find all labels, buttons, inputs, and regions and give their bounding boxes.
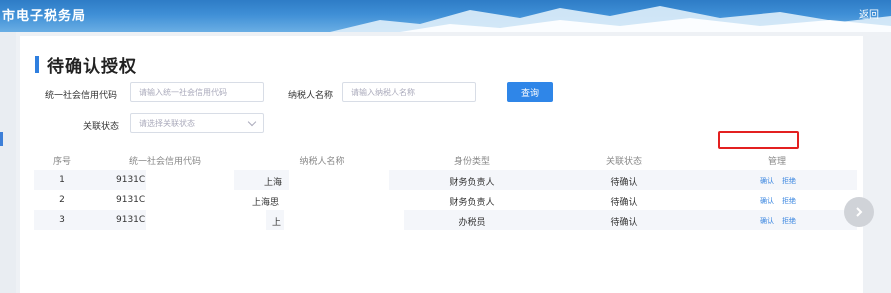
redaction-mask	[146, 210, 266, 230]
title-accent-bar	[35, 56, 39, 73]
header-bar: 市电子税务局 返回	[0, 0, 891, 32]
header-status: 关联状态	[605, 157, 643, 167]
reject-link[interactable]: 拒绝	[782, 196, 796, 206]
main-panel: 待确认授权 统一社会信用代码 请输入统一社会信用代码 纳税人名称 请输入纳税人名…	[20, 36, 863, 293]
row-status: 待确认	[610, 218, 638, 228]
row-credit-code: 9131C	[116, 175, 146, 185]
row-status: 待确认	[610, 178, 638, 188]
page-title-text: 待确认授权	[47, 57, 137, 77]
back-link[interactable]: 返回	[859, 6, 879, 21]
taxpayer-name-input[interactable]: 请输入纳税人名称	[342, 82, 476, 102]
header-index: 序号	[52, 157, 72, 167]
row-status: 待确认	[610, 198, 638, 208]
reject-link[interactable]: 拒绝	[782, 176, 796, 186]
row-taxpayer-name: 上海	[264, 178, 283, 188]
sidebar-active-marker	[0, 132, 3, 146]
row-credit-code: 9131C	[116, 215, 146, 225]
row-credit-code: 9131C	[116, 195, 146, 205]
confirm-link[interactable]: 确认	[760, 176, 774, 186]
left-sidebar-strip	[0, 32, 16, 293]
reject-link[interactable]: 拒绝	[782, 216, 796, 226]
page-title: 待确认授权	[35, 52, 137, 77]
header-role: 身份类型	[453, 157, 491, 167]
row-index: 2	[59, 195, 65, 205]
credit-code-label: 统一社会信用代码	[45, 91, 118, 101]
next-page-button[interactable]	[844, 197, 874, 227]
table-row: 1 9131C 上海 财务负责人 待确认 确认 拒绝	[34, 170, 857, 190]
query-button[interactable]: 查询	[507, 82, 553, 102]
redaction-mask	[146, 170, 234, 190]
mountain-banner	[330, 6, 891, 32]
chevron-right-icon	[856, 207, 863, 217]
redaction-mask	[284, 210, 404, 230]
header-taxpayer-name: 纳税人名称	[299, 157, 345, 167]
credit-code-input[interactable]: 请输入统一社会信用代码	[130, 82, 264, 102]
row-taxpayer-name: 上	[272, 218, 282, 228]
chevron-down-icon	[247, 117, 257, 127]
table-row: 2 9131C 上海思 财务负责人 待确认 确认 拒绝	[34, 190, 857, 210]
app-title: 市电子税务局	[2, 9, 87, 24]
row-taxpayer-name: 上海思	[252, 198, 280, 208]
status-label: 关联状态	[83, 122, 120, 132]
header-manage: 管理	[767, 157, 787, 167]
row-role: 办税员	[458, 218, 486, 228]
taxpayer-name-placeholder: 请输入纳税人名称	[351, 87, 415, 97]
header-credit-code: 统一社会信用代码	[128, 157, 202, 167]
row-index: 3	[59, 215, 65, 225]
redaction-mask	[289, 170, 389, 190]
confirm-link[interactable]: 确认	[760, 196, 774, 206]
credit-code-placeholder: 请输入统一社会信用代码	[139, 87, 227, 97]
status-select[interactable]: 请选择关联状态	[130, 113, 264, 133]
row-index: 1	[59, 175, 65, 185]
status-placeholder: 请选择关联状态	[139, 118, 195, 128]
highlight-box	[718, 131, 799, 149]
taxpayer-name-label: 纳税人名称	[288, 91, 334, 101]
table-row: 3 9131C 上 办税员 待确认 确认 拒绝	[34, 210, 857, 230]
row-role: 财务负责人	[449, 178, 495, 188]
row-role: 财务负责人	[449, 198, 495, 208]
confirm-link[interactable]: 确认	[760, 216, 774, 226]
